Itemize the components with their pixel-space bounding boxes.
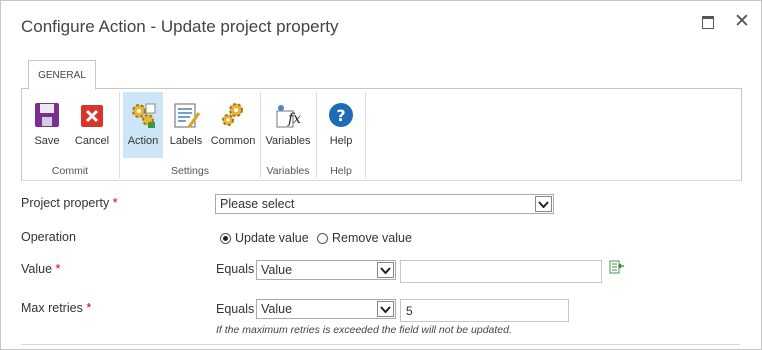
max-retries-input[interactable]: 5 bbox=[400, 299, 569, 322]
insert-reference-icon[interactable] bbox=[609, 260, 625, 274]
required-marker: * bbox=[112, 196, 118, 210]
max-retries-type-select[interactable]: Value bbox=[256, 299, 396, 319]
cancel-label: Cancel bbox=[74, 135, 110, 147]
variables-button[interactable]: fx Variables bbox=[263, 92, 313, 158]
maximize-button[interactable] bbox=[699, 13, 717, 31]
value-equals-label: Equals bbox=[216, 262, 255, 276]
labels-label: Labels bbox=[169, 135, 203, 147]
operation-label: Operation bbox=[21, 230, 76, 244]
required-marker: * bbox=[86, 301, 92, 315]
chevron-down-icon bbox=[377, 301, 394, 317]
group-label-variables: Variables bbox=[266, 165, 310, 177]
dialog-title: Configure Action - Update project proper… bbox=[21, 17, 339, 36]
cancel-button[interactable]: Cancel bbox=[70, 92, 114, 158]
ribbon-separator bbox=[119, 92, 120, 178]
help-label: Help bbox=[329, 135, 353, 147]
ribbon-separator bbox=[260, 92, 261, 178]
update-value-radio[interactable]: Update value bbox=[220, 231, 309, 245]
radio-unselected-icon bbox=[317, 233, 328, 244]
max-retries-hint: If the maximum retries is exceeded the f… bbox=[216, 324, 512, 336]
labels-icon bbox=[174, 103, 200, 128]
radio-selected-icon bbox=[220, 233, 231, 244]
save-button[interactable]: Save bbox=[26, 92, 68, 158]
close-button[interactable]: ✕ bbox=[733, 11, 751, 32]
cancel-icon bbox=[81, 105, 103, 127]
max-retries-type-text: Value bbox=[261, 302, 293, 316]
chevron-down-icon bbox=[377, 262, 394, 278]
group-label-commit: Commit bbox=[51, 165, 89, 177]
group-label-help: Help bbox=[330, 165, 352, 177]
ribbon-separator bbox=[365, 92, 366, 178]
value-label: Value * bbox=[21, 262, 61, 276]
help-icon: ? bbox=[329, 103, 353, 127]
value-type-text: Value bbox=[261, 263, 293, 277]
common-gears-icon bbox=[222, 103, 243, 126]
action-label: Action bbox=[127, 135, 159, 147]
action-button[interactable]: Action bbox=[123, 92, 163, 158]
svg-text:?: ? bbox=[336, 106, 345, 125]
project-property-value: Please select bbox=[220, 197, 295, 211]
divider bbox=[21, 344, 740, 345]
variables-label: Variables bbox=[265, 135, 311, 147]
remove-value-radio[interactable]: Remove value bbox=[317, 231, 412, 245]
help-button[interactable]: ? Help bbox=[321, 92, 361, 158]
labels-button[interactable]: Labels bbox=[165, 92, 207, 158]
configure-action-dialog: Configure Action - Update project proper… bbox=[0, 0, 762, 350]
project-property-label: Project property * bbox=[21, 196, 118, 210]
save-icon bbox=[35, 103, 59, 127]
tab-general[interactable]: GENERAL bbox=[28, 60, 96, 90]
svg-text:fx: fx bbox=[287, 111, 301, 127]
max-retries-equals-label: Equals bbox=[216, 302, 255, 316]
common-button[interactable]: Common bbox=[209, 92, 257, 158]
value-input[interactable] bbox=[400, 260, 602, 283]
variables-fx-icon: fx bbox=[276, 105, 301, 128]
max-retries-label: Max retries * bbox=[21, 301, 92, 315]
ribbon-separator bbox=[316, 92, 317, 178]
action-gears-icon bbox=[132, 103, 156, 128]
save-label: Save bbox=[34, 135, 60, 147]
chevron-down-icon bbox=[535, 196, 552, 212]
group-label-settings: Settings bbox=[171, 165, 209, 177]
close-icon: ✕ bbox=[734, 11, 750, 32]
value-type-select[interactable]: Value bbox=[256, 260, 396, 280]
project-property-select[interactable]: Please select bbox=[215, 194, 554, 214]
common-label: Common bbox=[210, 135, 256, 147]
required-marker: * bbox=[55, 262, 61, 276]
ribbon-toolbar: Save Cancel Commit Action Labels Common … bbox=[21, 88, 742, 181]
maximize-icon bbox=[702, 16, 714, 29]
